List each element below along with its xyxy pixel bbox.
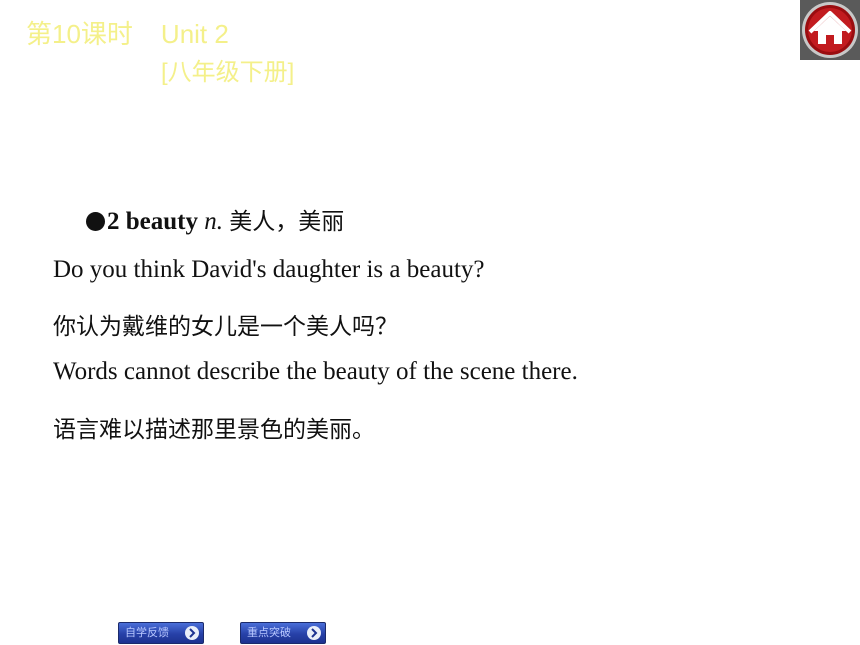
- entry-number: 2: [107, 208, 120, 235]
- entry-pos: n.: [204, 208, 223, 235]
- key-points-label: 重点突破: [247, 626, 291, 639]
- entry-word: beauty: [125, 208, 198, 235]
- book-label: [八年级下册]: [161, 59, 295, 86]
- entry-heading: 2 beauty n. 美人，美丽: [86, 202, 344, 236]
- example-cn-2: 语言难以描述那里景色的美丽。: [53, 417, 375, 443]
- self-study-feedback-label: 自学反馈: [125, 626, 169, 639]
- chevron-right-icon: [307, 626, 321, 640]
- unit-label: Unit 2: [160, 19, 229, 49]
- bullet-dot-icon: [86, 212, 105, 231]
- chevron-right-icon: [185, 626, 199, 640]
- entry-meaning: 美人，美丽: [229, 209, 345, 235]
- self-study-feedback-button[interactable]: 自学反馈: [118, 622, 204, 644]
- home-button[interactable]: [800, 0, 860, 60]
- lesson-number: 第10课时: [26, 19, 133, 49]
- home-icon: [802, 2, 858, 58]
- example-cn-1: 你认为戴维的女儿是一个美人吗？: [53, 314, 398, 340]
- example-en-1: Do you think David's daughter is a beaut…: [53, 256, 485, 283]
- key-points-button[interactable]: 重点突破: [240, 622, 326, 644]
- lesson-header: 第10课时 Unit 2: [26, 14, 229, 51]
- example-en-2: Words cannot describe the beauty of the …: [53, 358, 578, 385]
